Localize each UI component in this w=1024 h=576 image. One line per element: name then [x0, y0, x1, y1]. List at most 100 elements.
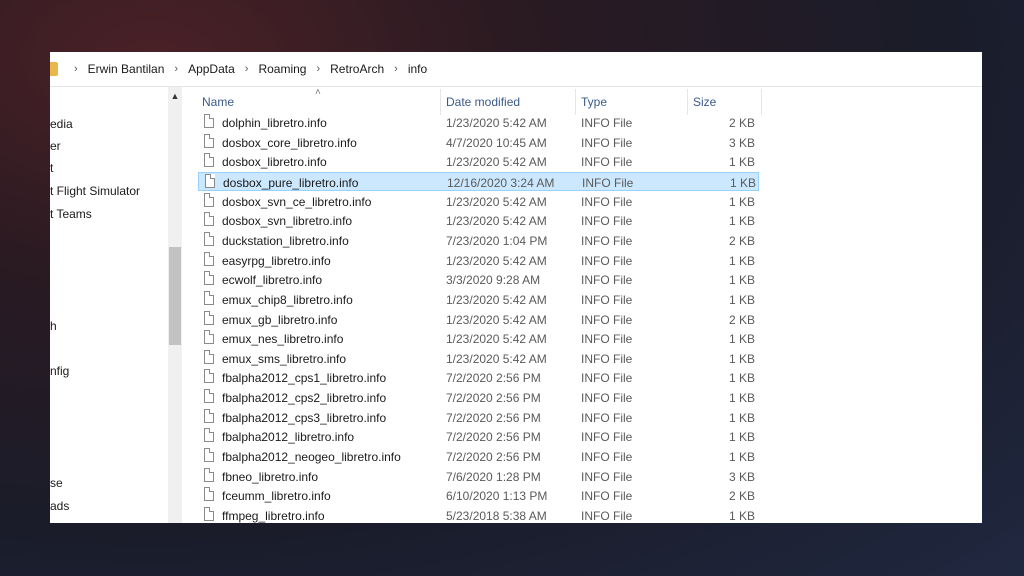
nav-item[interactable]: er [50, 139, 61, 153]
file-row[interactable]: dolphin_libretro.info 1/23/2020 5:42 AM IN… [198, 113, 757, 132]
file-row[interactable]: fbalpha2012_cps2_libretro.info 7/2/2020 2… [198, 388, 757, 407]
file-size: 1 KB [728, 214, 755, 229]
file-size: 1 KB [728, 410, 755, 425]
nav-item[interactable]: t Flight Simulator [50, 184, 140, 198]
nav-item[interactable]: ads [50, 499, 69, 513]
file-type: INFO File [581, 312, 633, 327]
file-icon [204, 349, 214, 364]
column-header-type[interactable]: Type [581, 95, 607, 109]
file-date-modified: 1/23/2020 5:42 AM [446, 332, 547, 347]
chevron-right-icon[interactable]: › [316, 63, 320, 75]
file-name: fbalpha2012_cps3_libretro.info [222, 410, 387, 425]
file-date-modified: 1/23/2020 5:42 AM [446, 292, 547, 307]
file-name: duckstation_libretro.info [222, 233, 349, 248]
file-icon [204, 251, 214, 266]
breadcrumb-retroarch[interactable]: RetroArch [330, 62, 384, 76]
file-type: INFO File [581, 509, 633, 523]
file-row[interactable]: dosbox_libretro.info 1/23/2020 5:42 AM INF… [198, 152, 757, 171]
file-name: fbalpha2012_cps1_libretro.info [222, 371, 387, 386]
breadcrumb-roaming[interactable]: Roaming [258, 62, 306, 76]
file-row[interactable]: fbalpha2012_cps3_libretro.info 7/2/2020 2… [198, 408, 757, 427]
file-date-modified: 7/2/2020 2:56 PM [446, 450, 541, 465]
chevron-right-icon[interactable]: › [74, 63, 78, 75]
file-type: INFO File [581, 155, 633, 170]
file-type: INFO File [581, 332, 633, 347]
file-row[interactable]: fbalpha2012_neogeo_libretro.info 7/2/2020… [198, 447, 757, 466]
file-type: INFO File [581, 135, 633, 150]
file-row[interactable]: dosbox_svn_libretro.info 1/23/2020 5:42 A… [198, 211, 757, 230]
file-row[interactable]: ecwolf_libretro.info 3/3/2020 9:28 AM INFO… [198, 270, 757, 289]
address-bar[interactable]: › Erwin Bantilan › AppData › Roaming › R… [50, 52, 982, 87]
file-icon [204, 310, 214, 325]
nav-item[interactable]: se [50, 476, 63, 490]
file-row[interactable]: emux_nes_libretro.info 1/23/2020 5:42 AM I… [198, 329, 757, 348]
file-size: 1 KB [728, 155, 755, 170]
file-row[interactable]: fbalpha2012_libretro.info 7/2/2020 2:56 P… [198, 427, 757, 446]
file-row[interactable]: duckstation_libretro.info 7/23/2020 1:04 … [198, 231, 757, 250]
folder-icon [50, 62, 58, 76]
file-size: 1 KB [728, 273, 755, 288]
file-row[interactable]: dosbox_pure_libretro.info 12/16/2020 3:24… [198, 171, 759, 191]
breadcrumb-info[interactable]: info [408, 62, 427, 76]
file-name: dosbox_pure_libretro.info [223, 175, 359, 190]
file-name: fbalpha2012_libretro.info [222, 430, 355, 445]
file-row[interactable]: dosbox_core_libretro.info 4/7/2020 10:45 … [198, 133, 757, 152]
column-header-date[interactable]: Date modified [446, 95, 520, 109]
file-icon [204, 467, 214, 482]
file-icon [204, 192, 214, 207]
breadcrumb-user[interactable]: Erwin Bantilan [88, 62, 165, 76]
file-name: fceumm_libretro.info [222, 489, 331, 504]
file-name: fbneo_libretro.info [222, 469, 319, 484]
file-name: emux_sms_libretro.info [222, 351, 347, 366]
file-row[interactable]: ffmpeg_libretro.info 5/23/2018 5:38 AM INF… [198, 506, 757, 523]
file-name: dosbox_core_libretro.info [222, 135, 357, 150]
nav-item[interactable]: t [50, 161, 53, 175]
file-size: 1 KB [728, 391, 755, 406]
file-date-modified: 6/10/2020 1:13 PM [446, 489, 548, 504]
file-row[interactable]: easyrpg_libretro.info 1/23/2020 5:42 AM IN… [198, 251, 757, 270]
file-row[interactable]: emux_chip8_libretro.info 1/23/2020 5:42 A… [198, 290, 757, 309]
file-icon [204, 153, 214, 168]
column-header-name[interactable]: Name [202, 95, 234, 109]
file-type: INFO File [581, 194, 633, 209]
file-date-modified: 7/23/2020 1:04 PM [446, 233, 548, 248]
nav-item[interactable]: nfig [50, 364, 69, 378]
file-row[interactable]: dosbox_svn_ce_libretro.info 1/23/2020 5:4… [198, 192, 757, 211]
file-row[interactable]: fbalpha2012_cps1_libretro.info 7/2/2020 2… [198, 368, 757, 387]
chevron-right-icon[interactable]: › [394, 63, 398, 75]
column-divider[interactable] [761, 89, 762, 115]
file-row[interactable]: fbneo_libretro.info 7/6/2020 1:28 PM INFO … [198, 467, 757, 486]
column-divider[interactable] [575, 89, 576, 115]
nav-item[interactable]: t Teams [50, 207, 92, 221]
file-type: INFO File [581, 410, 633, 425]
file-size: 1 KB [728, 332, 755, 347]
file-date-modified: 5/23/2018 5:38 AM [446, 509, 547, 523]
file-row[interactable]: fceumm_libretro.info 6/10/2020 1:13 PM INF… [198, 486, 757, 505]
column-divider[interactable] [687, 89, 688, 115]
file-row[interactable]: emux_sms_libretro.info 1/23/2020 5:42 AM I… [198, 349, 757, 368]
file-size: 3 KB [728, 469, 755, 484]
file-list: ˄ Name Date modified Type Size dolphin_l… [182, 87, 982, 523]
chevron-right-icon[interactable]: › [174, 63, 178, 75]
file-icon [204, 330, 214, 345]
nav-item[interactable]: h [50, 319, 57, 333]
file-icon [204, 389, 214, 404]
file-type: INFO File [581, 371, 633, 386]
scrollbar-thumb[interactable] [169, 247, 181, 345]
nav-item[interactable]: edia [50, 117, 73, 131]
file-row[interactable]: emux_gb_libretro.info 1/23/2020 5:42 AM IN… [198, 310, 757, 329]
scroll-up-arrow-icon[interactable]: ▲ [168, 91, 182, 101]
breadcrumb-appdata[interactable]: AppData [188, 62, 235, 76]
file-size: 1 KB [728, 371, 755, 386]
file-date-modified: 7/2/2020 2:56 PM [446, 391, 541, 406]
file-type: INFO File [581, 253, 633, 268]
file-name: fbalpha2012_cps2_libretro.info [222, 391, 387, 406]
nav-scrollbar[interactable]: ▲ [168, 87, 182, 523]
file-date-modified: 1/23/2020 5:42 AM [446, 312, 547, 327]
file-date-modified: 1/23/2020 5:42 AM [446, 214, 547, 229]
column-header-size[interactable]: Size [693, 95, 716, 109]
file-name: dolphin_libretro.info [222, 116, 327, 130]
file-type: INFO File [581, 233, 633, 248]
chevron-right-icon[interactable]: › [245, 63, 249, 75]
column-divider[interactable] [440, 89, 441, 115]
